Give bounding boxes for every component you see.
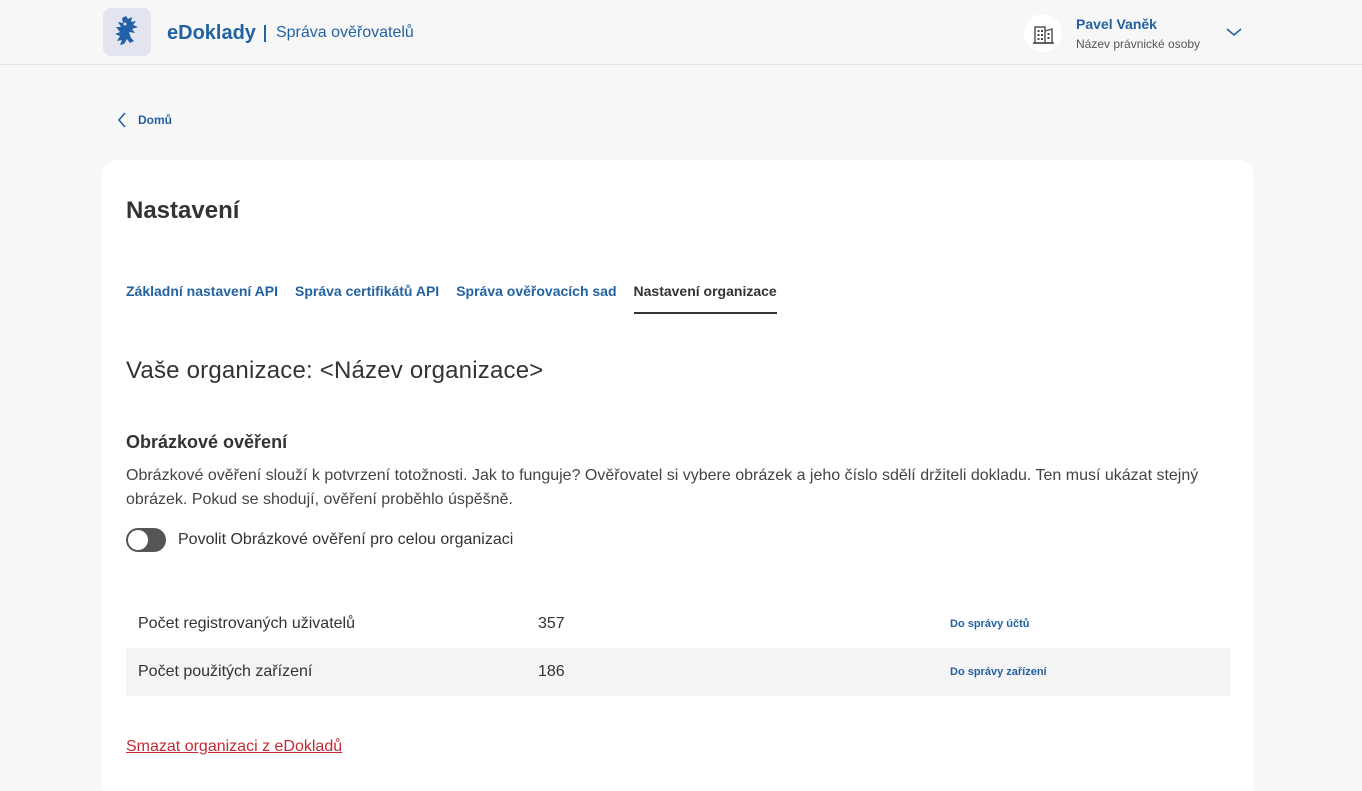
organization-stats: Počet registrovaných uživatelů 357 Do sp…	[126, 600, 1230, 696]
stat-row-users: Počet registrovaných uživatelů 357 Do sp…	[126, 600, 1230, 648]
chevron-down-icon[interactable]	[1224, 24, 1244, 40]
chevron-left-icon	[117, 112, 126, 128]
tab-api-basic[interactable]: Základní nastavení API	[126, 280, 278, 314]
stat-value: 357	[538, 615, 565, 632]
tab-api-certificates[interactable]: Správa certifikátů API	[295, 280, 439, 314]
building-icon	[1033, 26, 1054, 44]
user-menu[interactable]: Pavel Vaněk Název právnické osoby	[1024, 12, 1254, 54]
settings-tabs: Základní nastavení API Správa certifikát…	[126, 280, 777, 314]
devices-management-link[interactable]: Do správy zařízení	[950, 666, 1047, 678]
user-organization: Název právnické osoby	[1076, 36, 1201, 51]
tab-verification-sets[interactable]: Správa ověřovacích sad	[456, 280, 616, 314]
image-verification-toggle[interactable]	[126, 528, 166, 552]
accounts-management-link[interactable]: Do správy účtů	[950, 618, 1029, 630]
brand-name: eDoklady	[167, 21, 256, 44]
page-title: Nastavení	[126, 197, 240, 224]
toggle-knob	[128, 530, 148, 550]
breadcrumb-home[interactable]: Domů	[116, 110, 172, 130]
settings-card: Nastavení Základní nastavení API Správa …	[102, 160, 1254, 791]
brand: eDoklady Správa ověřovatelů	[167, 19, 414, 47]
brand-subtitle: Správa ověřovatelů	[275, 24, 414, 41]
tab-organization-settings[interactable]: Nastavení organizace	[633, 280, 777, 314]
toggle-label: Povolit Obrázkové ověření pro celou orga…	[178, 531, 514, 548]
brand-separator	[263, 24, 266, 42]
stat-row-devices: Počet použitých zařízení 186 Do správy z…	[126, 648, 1230, 696]
user-info: Pavel Vaněk Název právnické osoby	[1076, 16, 1200, 51]
delete-organization-link[interactable]: Smazat organizaci z eDokladů	[126, 738, 342, 756]
organization-heading: Vaše organizace: <Název organizace>	[126, 357, 544, 384]
breadcrumb-label: Domů	[138, 113, 172, 127]
app-logo[interactable]	[103, 8, 151, 56]
image-verification-title: Obrázkové ověření	[126, 432, 288, 452]
image-verification-description: Obrázkové ověření slouží k potvrzení tot…	[126, 467, 1199, 508]
app-header: eDoklady Správa ověřovatelů Pavel Vaněk …	[0, 0, 1362, 65]
user-name: Pavel Vaněk	[1076, 15, 1157, 32]
lion-emblem-icon	[115, 16, 138, 45]
stat-label: Počet registrovaných uživatelů	[138, 615, 355, 632]
image-verification-toggle-row: Povolit Obrázkové ověření pro celou orga…	[126, 528, 513, 552]
stat-value: 186	[538, 663, 565, 680]
stat-label: Počet použitých zařízení	[138, 663, 313, 680]
user-avatar	[1024, 14, 1062, 52]
